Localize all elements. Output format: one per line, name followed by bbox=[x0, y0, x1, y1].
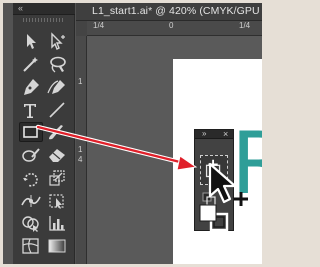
free-transform-tool[interactable] bbox=[45, 191, 69, 211]
lasso-tool[interactable] bbox=[45, 54, 69, 74]
type-icon bbox=[24, 104, 36, 118]
document-title: L1_start1.ai* @ 420% (CMYK/GPU Pre bbox=[92, 5, 262, 17]
expand-icon[interactable]: » bbox=[202, 129, 206, 139]
graph-icon bbox=[49, 216, 65, 231]
ruler-tick-label: 1/4 bbox=[93, 21, 105, 30]
horizontal-ruler[interactable]: 1/4 0 1/4 bbox=[87, 21, 262, 36]
shape-builder-tool[interactable] bbox=[19, 213, 43, 233]
width-tool[interactable] bbox=[19, 191, 43, 211]
graph-tool[interactable] bbox=[45, 213, 69, 233]
magic-wand-icon bbox=[23, 57, 38, 72]
curvature-tool[interactable] bbox=[45, 77, 69, 97]
ruler-tick-label: 0 bbox=[169, 21, 174, 30]
paintbrush-icon bbox=[49, 125, 63, 140]
rectangle-icon bbox=[23, 126, 38, 138]
pen-icon bbox=[24, 79, 39, 95]
tools-panel-grip[interactable] bbox=[23, 18, 65, 22]
close-icon[interactable]: × bbox=[223, 129, 228, 139]
gradient-icon bbox=[48, 239, 66, 253]
mesh-tool[interactable] bbox=[19, 236, 43, 256]
blob-brush-tool[interactable] bbox=[19, 145, 43, 165]
cursor-arrow-plus-icon bbox=[208, 162, 248, 206]
collapse-icon[interactable]: « bbox=[18, 3, 23, 14]
line-segment-tool[interactable] bbox=[45, 100, 69, 120]
direct-selection-tool[interactable] bbox=[45, 31, 69, 51]
lasso-icon bbox=[50, 56, 66, 73]
selection-icon bbox=[27, 34, 36, 49]
rotate-tool[interactable] bbox=[19, 168, 43, 188]
shape-builder-icon bbox=[22, 216, 39, 232]
eraser-tool[interactable] bbox=[45, 145, 69, 165]
ruler-tick-label: 1 bbox=[78, 145, 83, 154]
scale-icon bbox=[49, 170, 65, 186]
floating-panel-header[interactable]: » × bbox=[195, 129, 233, 139]
type-tool[interactable] bbox=[19, 100, 43, 120]
eraser-icon bbox=[49, 149, 65, 162]
selection-tool[interactable] bbox=[19, 31, 43, 51]
blob-brush-icon bbox=[22, 148, 40, 162]
rotate-icon bbox=[23, 173, 38, 187]
ruler-origin[interactable] bbox=[76, 21, 87, 36]
tools-panel: « bbox=[13, 3, 75, 264]
mesh-icon bbox=[22, 238, 39, 254]
direct-selection-icon bbox=[51, 32, 65, 50]
ruler-tick-label: 1/4 bbox=[239, 21, 251, 30]
free-transform-icon bbox=[49, 194, 64, 209]
vertical-ruler[interactable]: 1 1 4 bbox=[76, 36, 87, 264]
curvature-icon bbox=[47, 80, 65, 94]
tools-panel-header[interactable]: « bbox=[13, 3, 75, 15]
magic-wand-tool[interactable] bbox=[19, 54, 43, 74]
rectangle-tool[interactable] bbox=[19, 122, 43, 142]
document-tab[interactable]: L1_start1.ai* @ 420% (CMYK/GPU Pre bbox=[76, 3, 262, 21]
line-icon bbox=[49, 102, 65, 118]
width-icon bbox=[21, 195, 41, 207]
paintbrush-tool[interactable] bbox=[45, 122, 69, 142]
ruler-tick-label: 4 bbox=[78, 155, 83, 164]
ruler-tick-label: 1 bbox=[78, 77, 83, 86]
scale-tool[interactable] bbox=[45, 168, 69, 188]
gradient-tool[interactable] bbox=[45, 236, 69, 256]
pen-tool[interactable] bbox=[19, 77, 43, 97]
